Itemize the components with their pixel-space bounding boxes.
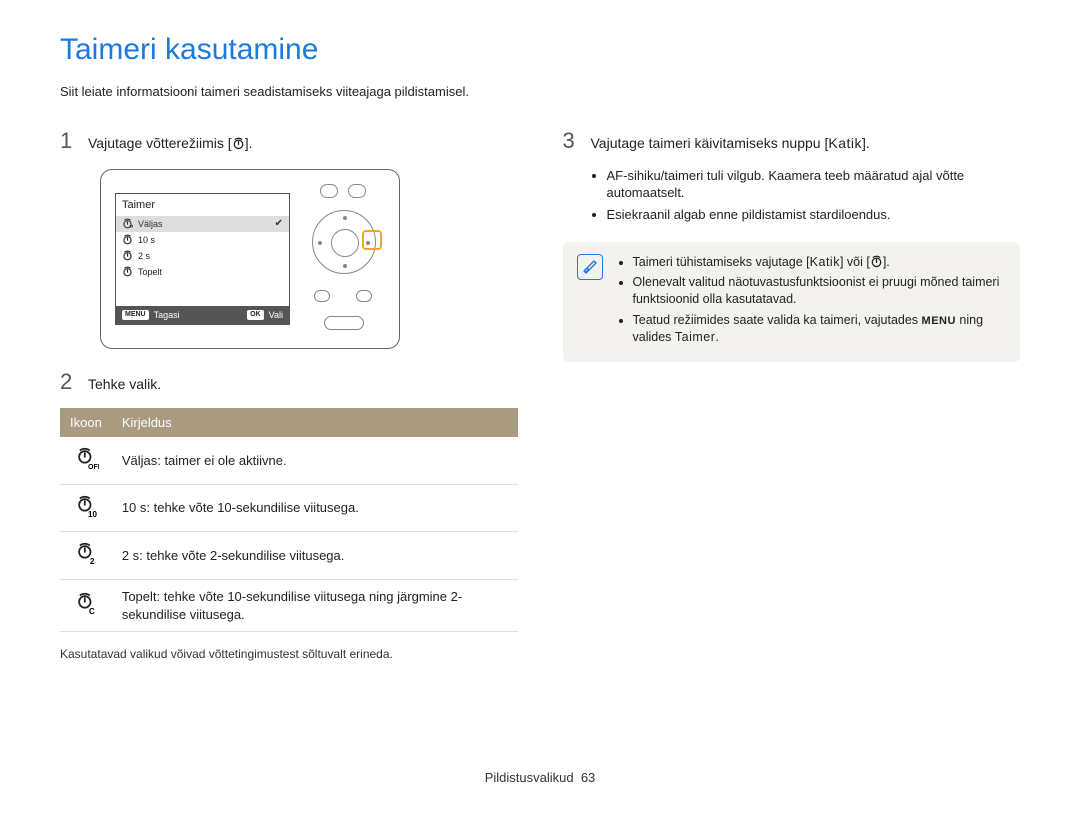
menu-button-label: MENU (122, 310, 149, 319)
timer-10-icon: 10 (73, 493, 99, 519)
step-3-text: Vajutage taimeri käivitamiseks nuppu [Ka… (591, 134, 870, 153)
camera-illustration: Taimer OFF Väljas ✔ 10 s 2 s (60, 167, 518, 371)
timer-10-icon (122, 234, 133, 245)
list-item: AF-sihiku/taimeri tuli vilgub. Kaamera t… (607, 167, 1021, 202)
svg-text:C: C (89, 607, 95, 616)
options-table: Ikoon Kirjeldus OFF Väljas: taimer ei ol… (60, 408, 518, 632)
svg-text:OFF: OFF (88, 464, 99, 471)
step-3-bullets: AF-sihiku/taimeri tuli vilgub. Kaamera t… (591, 167, 1021, 224)
timer-off-icon: OFF (122, 218, 133, 229)
svg-text:2: 2 (90, 557, 95, 566)
timer-icon (232, 136, 245, 149)
svg-text:OFF: OFF (130, 225, 133, 229)
list-item: Teatud režiimides saate valida ka taimer… (633, 312, 1007, 346)
step-2: 2 Tehke valik. (60, 371, 518, 394)
list-item: Olenevalt valitud näotuvastusfunktsiooni… (633, 274, 1007, 308)
table-note: Kasutatavad valikud võivad võttetingimus… (60, 646, 518, 662)
menu-title: Taimer (116, 194, 289, 216)
table-row: C Topelt: tehke võte 10-sekundilise viit… (60, 580, 518, 632)
timer-2-icon: 2 (73, 540, 99, 566)
ok-button-label: OK (247, 310, 264, 319)
page-title: Taimeri kasutamine (60, 30, 1020, 71)
step-3-number: 3 (563, 130, 579, 152)
info-box: Taimeri tühistamiseks vajutage [Katik] v… (563, 242, 1021, 362)
timer-icon (870, 255, 883, 268)
menu-item-2s: 2 s (116, 248, 289, 264)
check-icon: ✔ (275, 217, 283, 231)
step-2-number: 2 (60, 371, 76, 393)
list-item: Esiekraanil algab enne pildistamist star… (607, 206, 1021, 224)
col-desc-header: Kirjeldus (112, 408, 518, 438)
step-3: 3 Vajutage taimeri käivitamiseks nuppu [… (563, 130, 1021, 153)
timer-button-highlight (362, 230, 382, 250)
step-1-number: 1 (60, 130, 76, 152)
timer-double-icon: C (73, 590, 99, 616)
list-item: Taimeri tühistamiseks vajutage [Katik] v… (633, 254, 1007, 271)
table-row: OFF Väljas: taimer ei ole aktiivne. (60, 437, 518, 484)
step-1-text: Vajutage võtterežiimis []. (88, 134, 252, 153)
timer-2-icon (122, 250, 133, 261)
page-footer: Pildistusvalikud 63 (0, 769, 1080, 787)
timer-double-icon (122, 266, 133, 277)
camera-screen: Taimer OFF Väljas ✔ 10 s 2 s (115, 193, 290, 325)
step-1: 1 Vajutage võtterežiimis []. (60, 130, 518, 153)
screen-footer: MENU Tagasi OK Vali (116, 306, 289, 324)
table-row: 10 10 s: tehke võte 10-sekundilise viitu… (60, 484, 518, 532)
menu-item-off: OFF Väljas ✔ (116, 216, 289, 232)
svg-text:10: 10 (88, 510, 97, 519)
menu-item-10s: 10 s (116, 232, 289, 248)
step-2-text: Tehke valik. (88, 375, 161, 394)
table-row: 2 2 s: tehke võte 2-sekundilise viituseg… (60, 532, 518, 580)
camera-controls (290, 170, 399, 348)
col-icon-header: Ikoon (60, 408, 112, 438)
note-icon (577, 254, 603, 280)
menu-item-double: Topelt (116, 264, 289, 280)
timer-off-icon: OFF (73, 445, 99, 471)
intro-text: Siit leiate informatsiooni taimeri seadi… (60, 83, 1020, 101)
